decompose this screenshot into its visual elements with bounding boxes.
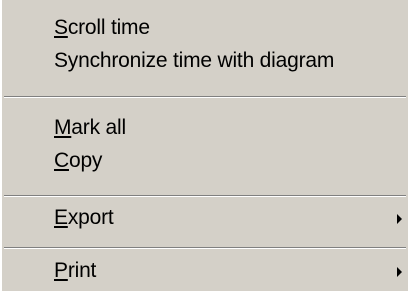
menu-item-scroll-time[interactable]: Scroll time — [2, 12, 408, 44]
menu-separator — [4, 96, 406, 98]
menu-item-label: Synchronize time with diagram — [54, 49, 335, 72]
menu-item-print[interactable]: Print — [2, 255, 408, 287]
submenu-arrow-icon — [397, 214, 402, 224]
menu-item-label: Scroll time — [54, 16, 150, 39]
menu-item-synchronize-time[interactable]: Synchronize time with diagram — [2, 45, 408, 77]
menu-separator — [4, 247, 406, 249]
menu-item-label: Export — [54, 206, 114, 229]
menu-separator — [4, 195, 406, 197]
menu-item-label: Print — [54, 259, 97, 282]
submenu-arrow-icon — [397, 267, 402, 277]
menu-item-mark-all[interactable]: Mark all — [2, 112, 408, 144]
menu-item-copy[interactable]: Copy — [2, 145, 408, 177]
menu-item-export[interactable]: Export — [2, 202, 408, 234]
menu-item-label: Mark all — [54, 116, 126, 139]
menu-item-label: Copy — [54, 149, 103, 172]
context-menu: Scroll time Synchronize time with diagra… — [0, 0, 408, 291]
